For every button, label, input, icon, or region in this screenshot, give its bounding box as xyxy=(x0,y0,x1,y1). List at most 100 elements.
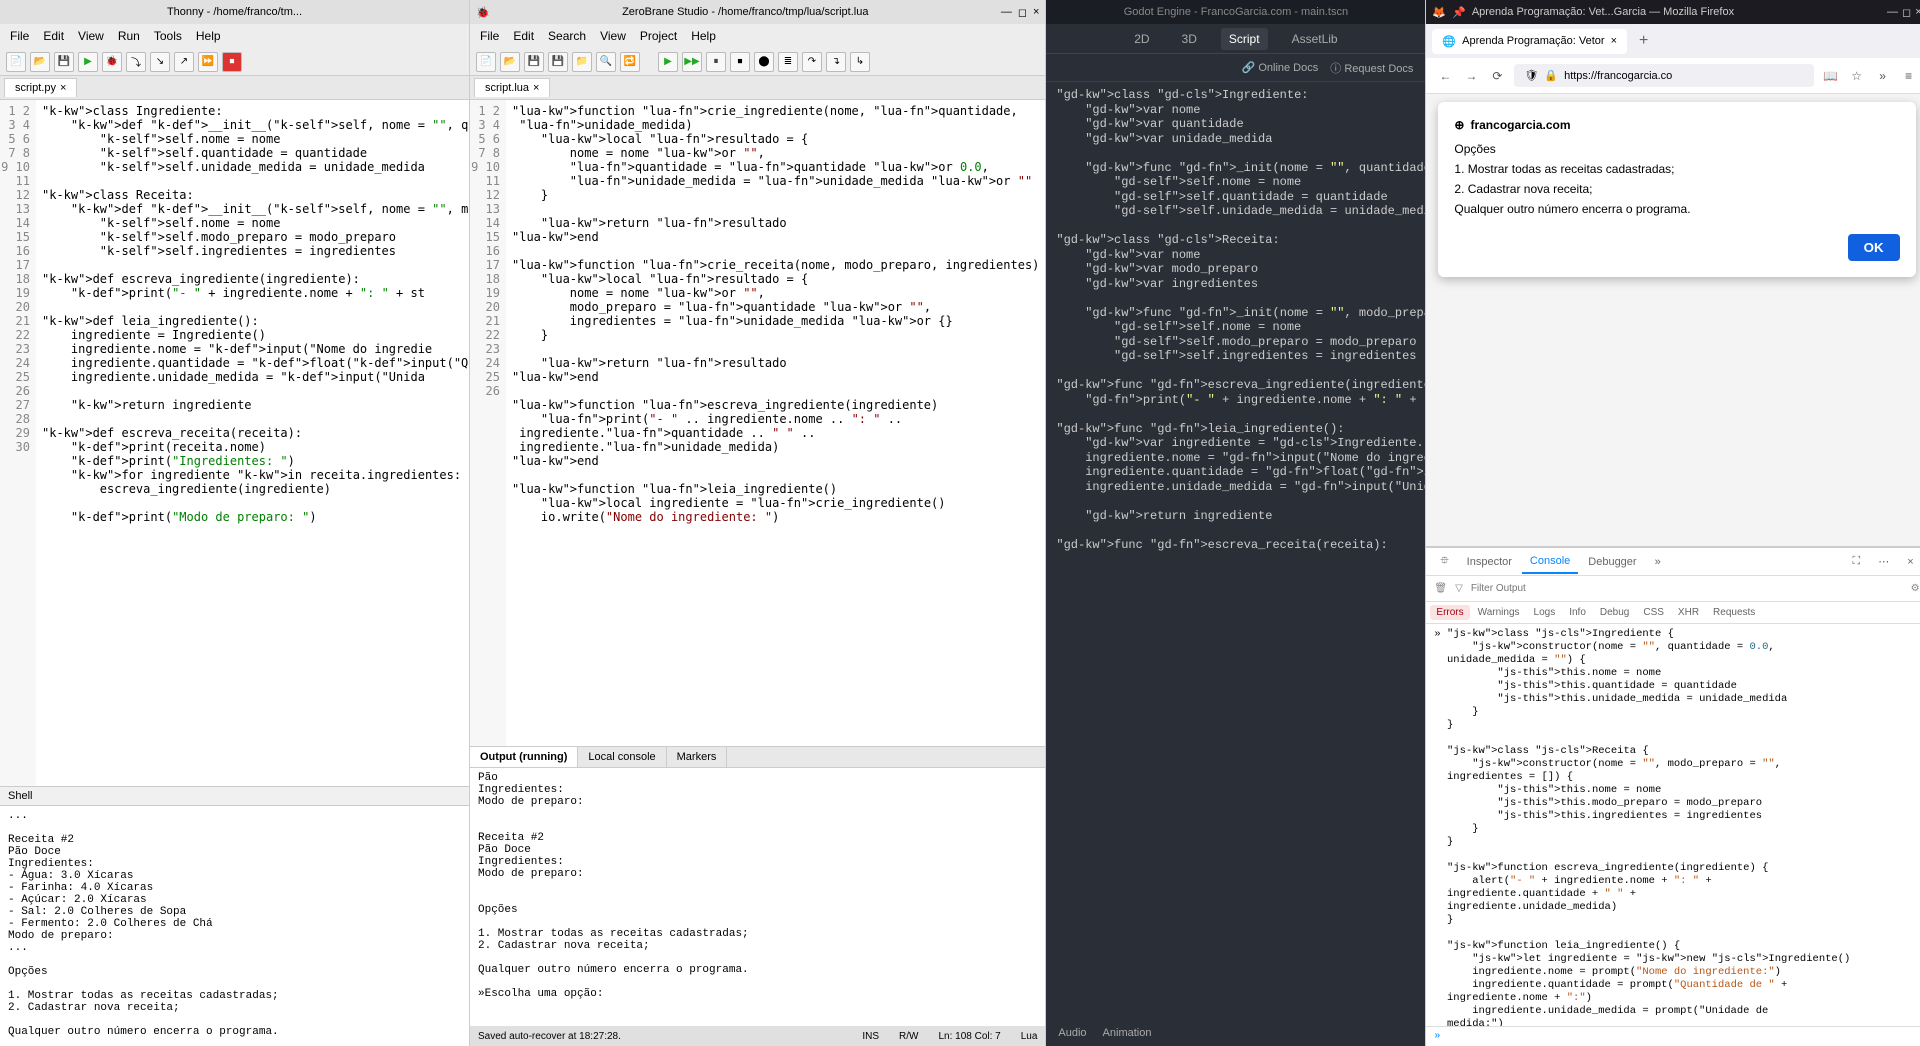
debug-run-icon[interactable]: ▶▶ xyxy=(682,52,702,72)
code-content[interactable]: "lua-kw">function "lua-fn">crie_ingredie… xyxy=(506,100,1045,746)
step-into-icon[interactable]: ↘ xyxy=(150,52,170,72)
break-icon[interactable]: ⬤ xyxy=(754,52,774,72)
browser-tab[interactable]: 🌐 Aprenda Programação: Vetor × xyxy=(1432,29,1627,54)
pick-element-icon[interactable]: ⯐ xyxy=(1432,547,1456,576)
stop-icon[interactable]: ⏹ xyxy=(222,52,242,72)
reload-icon[interactable]: ⟳ xyxy=(1488,69,1506,83)
tab-debugger[interactable]: Debugger xyxy=(1580,551,1644,573)
menu-help[interactable]: Help xyxy=(685,27,722,45)
minimize-icon[interactable]: — xyxy=(1887,6,1898,19)
close-tab-icon[interactable]: × xyxy=(1611,35,1617,47)
cat-info[interactable]: Info xyxy=(1563,605,1592,620)
tab-assetlib[interactable]: AssetLib xyxy=(1284,28,1346,50)
tab-audio[interactable]: Audio xyxy=(1058,1027,1086,1039)
responsive-icon[interactable]: ⛶ xyxy=(1844,550,1868,573)
step-into-icon[interactable]: ↴ xyxy=(826,52,846,72)
tab-script-py[interactable]: script.py × xyxy=(4,78,77,97)
minimize-icon[interactable]: — xyxy=(1001,6,1012,18)
tab-2d[interactable]: 2D xyxy=(1126,28,1157,50)
trash-icon[interactable]: 🗑 xyxy=(1434,583,1447,594)
save-icon[interactable]: 💾 xyxy=(54,52,74,72)
url-field[interactable]: 🛡 🔒 https://francogarcia.co xyxy=(1514,64,1813,87)
forward-icon[interactable]: → xyxy=(1462,69,1480,83)
funnel-icon[interactable]: ▽ xyxy=(1455,583,1463,594)
cat-debug[interactable]: Debug xyxy=(1594,605,1635,620)
code-content[interactable]: "k-kw">class Ingrediente: "k-kw">def "k-… xyxy=(36,100,469,786)
run-icon[interactable]: ▶ xyxy=(658,52,678,72)
close-devtools-icon[interactable]: × xyxy=(1899,551,1920,573)
step-over-icon[interactable]: ⤵ xyxy=(126,52,146,72)
stop-icon[interactable]: ⏹ xyxy=(730,52,750,72)
menu-project[interactable]: Project xyxy=(634,27,683,45)
menu-icon[interactable]: ≡ xyxy=(1900,69,1918,83)
close-icon[interactable]: × xyxy=(533,82,539,94)
cat-warnings[interactable]: Warnings xyxy=(1472,605,1526,620)
back-icon[interactable]: ← xyxy=(1436,69,1454,83)
menu-view[interactable]: View xyxy=(594,27,632,45)
menu-edit[interactable]: Edit xyxy=(37,27,70,45)
tab-local-console[interactable]: Local console xyxy=(578,747,666,767)
tab-script[interactable]: Script xyxy=(1221,28,1268,50)
menu-help[interactable]: Help xyxy=(190,27,227,45)
tab-inspector[interactable]: Inspector xyxy=(1459,551,1520,573)
step-out-icon[interactable]: ↳ xyxy=(850,52,870,72)
tab-3d[interactable]: 3D xyxy=(1174,28,1205,50)
online-docs-link[interactable]: 🔗 Online Docs xyxy=(1242,61,1319,74)
cat-errors[interactable]: Errors xyxy=(1430,605,1469,620)
menu-edit[interactable]: Edit xyxy=(507,27,540,45)
tab-animation[interactable]: Animation xyxy=(1103,1027,1152,1039)
menu-run[interactable]: Run xyxy=(112,27,146,45)
new-file-icon[interactable]: 📄 xyxy=(6,52,26,72)
save-all-icon[interactable]: 💾 xyxy=(548,52,568,72)
menu-file[interactable]: File xyxy=(4,27,35,45)
bookmark-icon[interactable]: ☆ xyxy=(1848,69,1866,83)
debug-icon[interactable]: 🐞 xyxy=(102,52,122,72)
console-input[interactable]: » xyxy=(1426,1026,1920,1046)
replace-icon[interactable]: 🔁 xyxy=(620,52,640,72)
maximize-icon[interactable]: ◻ xyxy=(1902,6,1911,19)
stack-icon[interactable]: ≣ xyxy=(778,52,798,72)
tab-console[interactable]: Console xyxy=(1522,550,1578,574)
menu-view[interactable]: View xyxy=(72,27,110,45)
console-output[interactable]: » "js-kw">class "js-cls">Ingrediente { "… xyxy=(1426,624,1920,1026)
shell-output[interactable]: ... Receita #2 Pão Doce Ingredientes: - … xyxy=(0,806,469,1046)
tab-output[interactable]: Output (running) xyxy=(470,747,578,767)
close-icon[interactable]: × xyxy=(1915,6,1920,19)
overflow-icon[interactable]: » xyxy=(1647,551,1669,573)
cat-logs[interactable]: Logs xyxy=(1528,605,1562,620)
cat-css[interactable]: CSS xyxy=(1637,605,1670,620)
new-icon[interactable]: 📄 xyxy=(476,52,496,72)
shell-tab[interactable]: Shell xyxy=(0,787,469,806)
open-icon[interactable]: 📂 xyxy=(500,52,520,72)
overflow-icon[interactable]: » xyxy=(1874,69,1892,83)
menu-search[interactable]: Search xyxy=(542,27,592,45)
maximize-icon[interactable]: ◻ xyxy=(1018,6,1027,19)
output-body[interactable]: Pão Ingredientes: Modo de preparo: Recei… xyxy=(470,768,1045,1026)
pause-icon[interactable]: ⏸ xyxy=(706,52,726,72)
ok-button[interactable]: OK xyxy=(1848,234,1900,261)
open-icon[interactable]: 📂 xyxy=(30,52,50,72)
cat-requests[interactable]: Requests xyxy=(1707,605,1761,620)
more-icon[interactable]: ⋯ xyxy=(1870,550,1897,573)
tab-script-lua[interactable]: script.lua × xyxy=(474,78,550,97)
thonny-editor[interactable]: 1 2 3 4 5 6 7 8 9 10 11 12 13 14 15 16 1… xyxy=(0,100,469,786)
resume-icon[interactable]: ⏩ xyxy=(198,52,218,72)
menu-file[interactable]: File xyxy=(474,27,505,45)
settings-icon[interactable]: ⚙ xyxy=(1911,583,1920,594)
reader-icon[interactable]: 📖 xyxy=(1822,69,1840,83)
menu-tools[interactable]: Tools xyxy=(148,27,188,45)
tab-markers[interactable]: Markers xyxy=(667,747,728,767)
request-docs-link[interactable]: ⓘ Request Docs xyxy=(1330,60,1413,76)
save-icon[interactable]: 💾 xyxy=(524,52,544,72)
run-icon[interactable]: ▶ xyxy=(78,52,98,72)
find-icon[interactable]: 🔍 xyxy=(596,52,616,72)
zb-editor[interactable]: 1 2 3 4 5 6 7 8 9 10 11 12 13 14 15 16 1… xyxy=(470,100,1045,746)
godot-editor[interactable]: "gd-kw">class "gd-cls">Ingrediente: "gd-… xyxy=(1046,82,1425,1020)
step-out-icon[interactable]: ↗ xyxy=(174,52,194,72)
close-icon[interactable]: × xyxy=(60,82,66,94)
new-tab-button[interactable]: + xyxy=(1631,28,1656,54)
step-icon[interactable]: ↷ xyxy=(802,52,822,72)
cat-xhr[interactable]: XHR xyxy=(1672,605,1705,620)
project-icon[interactable]: 📁 xyxy=(572,52,592,72)
close-icon[interactable]: × xyxy=(1033,6,1039,18)
